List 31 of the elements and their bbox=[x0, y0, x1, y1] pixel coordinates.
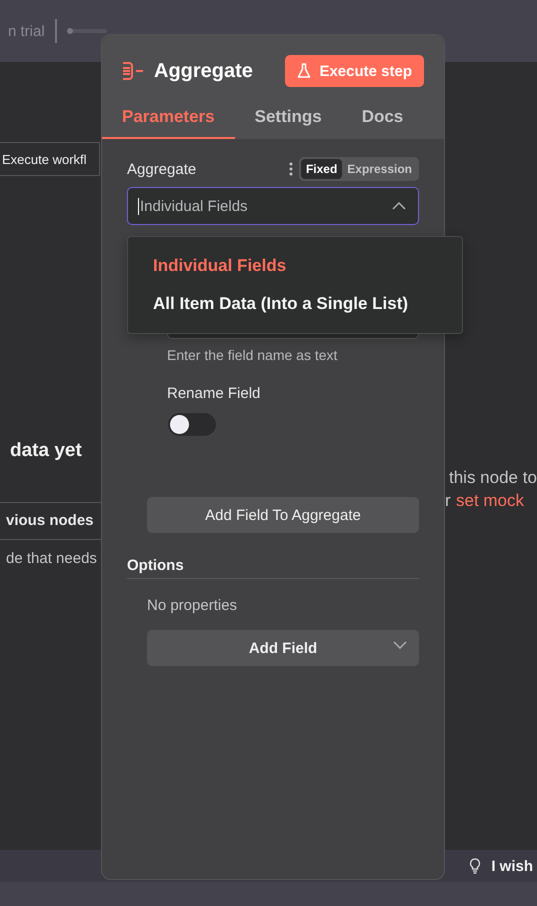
execute-workflow-button[interactable]: Execute workfl bbox=[0, 142, 100, 176]
field-label: Aggregate bbox=[127, 160, 198, 178]
tab[interactable]: Docs bbox=[342, 101, 424, 139]
empty-state-title: data yet bbox=[10, 440, 82, 461]
add-field-button[interactable]: Add Field bbox=[147, 630, 419, 666]
flask-icon bbox=[297, 63, 312, 79]
mode-option[interactable]: Fixed bbox=[300, 159, 342, 179]
hint-text: r bbox=[445, 491, 451, 510]
hint-text: de that needs bbox=[6, 550, 97, 567]
field-hint: Enter the field name as text bbox=[167, 347, 338, 363]
lightbulb-icon bbox=[469, 858, 482, 874]
more-icon[interactable] bbox=[288, 162, 293, 176]
field-label: Rename Field bbox=[167, 385, 262, 402]
mode-option[interactable]: Expression bbox=[342, 159, 417, 179]
toggle-switch[interactable] bbox=[167, 412, 217, 437]
dropdown-option[interactable]: All Item Data (Into a Single List) bbox=[128, 285, 462, 323]
aggregate-icon bbox=[122, 61, 144, 81]
caret-icon bbox=[393, 641, 407, 649]
dropdown-option[interactable]: Individual Fields bbox=[128, 247, 462, 285]
caret-icon bbox=[392, 202, 406, 210]
node-title: Aggregate bbox=[154, 60, 254, 82]
previous-nodes-label: vious nodes bbox=[6, 512, 94, 529]
tab[interactable]: Settings bbox=[234, 101, 342, 139]
set-mock-link[interactable]: set mock bbox=[456, 491, 524, 510]
section-title: Options bbox=[127, 557, 419, 579]
feedback-label[interactable]: I wish bbox=[491, 858, 533, 874]
empty-text: No properties bbox=[147, 597, 238, 614]
plan-label: n trial bbox=[8, 22, 45, 40]
aggregate-select[interactable]: Individual Fields bbox=[127, 187, 419, 225]
hint-text: this node to bbox=[449, 468, 537, 487]
add-field-to-aggregate-button[interactable]: Add Field To Aggregate bbox=[147, 497, 419, 533]
